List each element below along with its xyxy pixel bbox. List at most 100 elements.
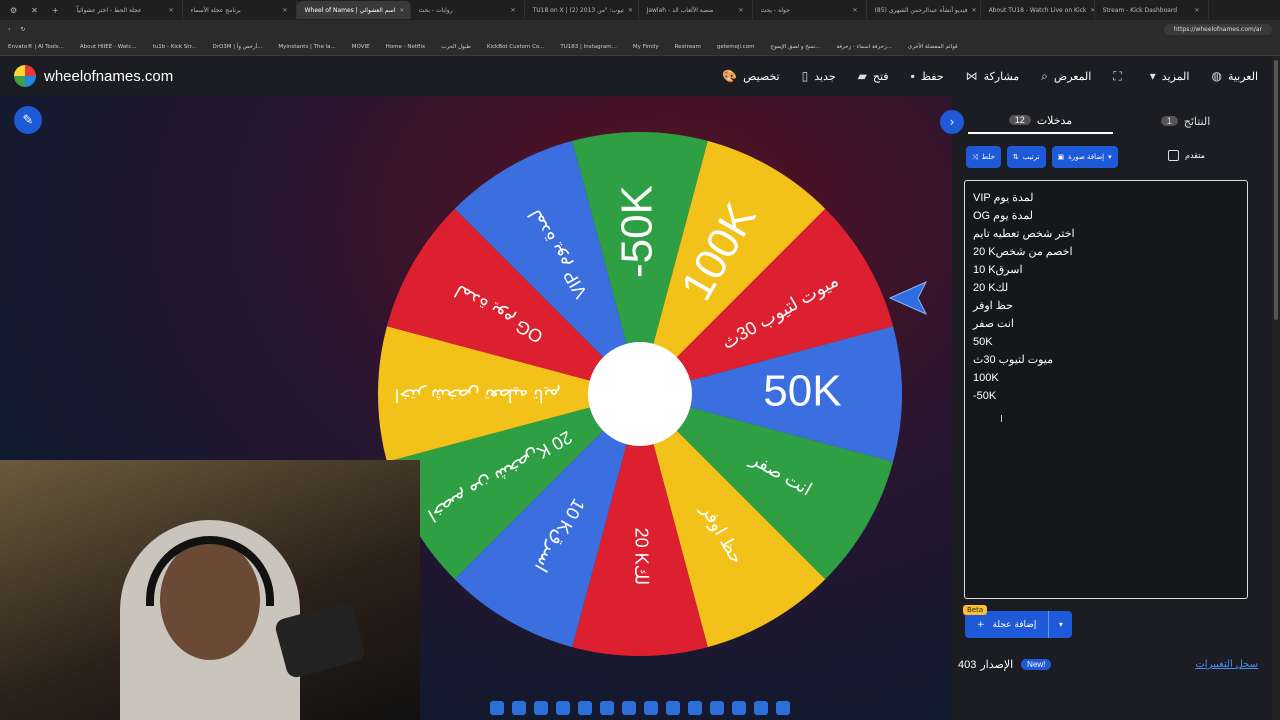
taskbar-app-icon[interactable] [556,701,570,715]
menu-item-folder[interactable]: ▰ فتح [858,69,889,83]
taskbar-app-icon[interactable] [666,701,680,715]
globe-icon: ◍ [1211,69,1222,83]
entries-textarea[interactable]: VIP لمدة يوم OG لمدة يوم اختر شخص تعطيه تا… [964,180,1248,599]
advanced-toggle[interactable]: متقدم [1168,150,1205,161]
wheel[interactable]: 50Kانت صفرحظ اوفر20 Kلك10 Kاسرق20 Kاخصم … [376,130,904,658]
close-icon[interactable]: ✕ [31,6,38,15]
menu-item-share[interactable]: ⋈ مشاركة [966,69,1020,83]
menu-item-save[interactable]: ▪ حفظ [911,69,944,83]
close-tab-icon[interactable]: ✕ [972,7,977,14]
taskbar-app-icon[interactable] [600,701,614,715]
menu-item-fullscreen[interactable]: ⛶ [1113,69,1127,84]
tab-entries[interactable]: 12 مدخلات [968,108,1113,134]
taskbar-app-icon[interactable] [622,701,636,715]
share-icon: ⋈ [965,69,978,83]
save-icon: ▪ [910,69,915,83]
bookmark-item[interactable]: قوائم المفضلة الأخرى [908,44,958,50]
add-wheel-dropdown[interactable]: ▾ [1048,611,1073,638]
bookmark-item[interactable]: getemoji.com [717,44,755,50]
advanced-checkbox[interactable] [1168,150,1179,161]
bookmark-item[interactable]: نسخ و لصق الإيموج... [771,44,821,50]
bookmark-item[interactable]: About HIIEE - Watc... [80,44,137,50]
bookmark-item[interactable]: طبول الحرب [441,44,471,50]
close-tab-icon[interactable]: ✕ [628,7,633,14]
close-tab-icon[interactable]: ✕ [739,7,744,14]
browser-tab[interactable]: TU18 on X | (2) تيوب: "من 2013 ✕ [525,1,639,19]
browser-menu-icon[interactable]: ⚙ [10,6,17,15]
browser-tab[interactable]: Stream - Kick Dashboard ✕ [1095,1,1209,19]
taskbar-app-icon[interactable] [688,701,702,715]
sort-button[interactable]: ⇅ ترتيب [1006,146,1046,168]
taskbar-app-icon[interactable] [776,701,790,715]
changelog-link[interactable]: سجل التغييرات [1195,659,1258,670]
bookmark-item[interactable]: Envato® | AI Tools... [8,44,64,50]
bookmark-item[interactable]: TU183 | Instagram... [560,44,616,50]
menu-item-globe[interactable]: ◍ العربية [1211,69,1258,83]
wheel-center-hub[interactable] [588,342,692,446]
browser-tab[interactable]: جولة - بحث ✕ [753,1,867,19]
bookmark-item[interactable]: MOVIE [352,44,370,50]
shuffle-icon: ⤨ [972,152,978,161]
browser-tab[interactable]: Wheel of Names | اسم العشوائي ✕ [296,1,411,19]
back-icon[interactable]: ‹ [8,26,10,33]
close-tab-icon[interactable]: ✕ [399,7,404,14]
taskbar-app-icon[interactable] [534,701,548,715]
taskbar-app-icon[interactable] [754,701,768,715]
browser-tab[interactable]: روايات - بحث ✕ [411,1,525,19]
taskbar-app-icon[interactable] [512,701,526,715]
entry-line: 100K [973,372,999,384]
bookmark-item[interactable]: Myinstants | The la... [278,44,335,50]
taskbar-app-icon[interactable] [578,701,592,715]
reload-icon[interactable]: ↻ [20,26,25,33]
version-number: 403 [958,658,977,671]
menu-item-file[interactable]: ▯ جديد [802,69,836,83]
add-wheel-button[interactable]: + إضافة عجلة [965,611,1049,638]
site-logo[interactable]: wheelofnames.com [14,65,173,87]
browser-tab[interactable]: (85) فيديو أنشأه عبدالرحمن الشهري ✕ [867,1,981,19]
pencil-icon: ✎ [22,112,34,128]
bookmark-item[interactable]: KickBot Custom Co... [487,44,545,50]
shuffle-button[interactable]: ⤨ خلط [966,146,1001,168]
browser-tab[interactable]: About TU18 - Watch Live on Kick✕ [981,1,1095,19]
close-tab-icon[interactable]: ✕ [283,7,288,14]
taskbar-app-icon[interactable] [644,701,658,715]
wheel-logo-icon [14,65,36,87]
menu-item-label: جديد [814,70,836,83]
file-icon: ▯ [801,69,809,83]
close-tab-icon[interactable]: ✕ [1195,7,1200,14]
browser-tab[interactable]: Jawlah - منصة الألعاب الذ ✕ [639,1,753,19]
scrollbar-thumb[interactable] [1274,60,1278,320]
close-tab-icon[interactable]: ✕ [169,7,174,14]
browser-tab-label: TU18 on X | (2) تيوب: "من 2013 [532,6,624,14]
bookmark-item[interactable]: DrO3M | أرخص وأ... [212,44,262,50]
url-field[interactable]: https://wheelofnames.com/ar [1163,23,1272,35]
folder-icon: ▰ [857,69,867,83]
taskbar-app-icon[interactable] [732,701,746,715]
close-tab-icon[interactable]: ✕ [511,7,516,14]
bookmark-item[interactable]: Home - Netflix [386,44,426,50]
close-tab-icon[interactable]: ✕ [853,7,858,14]
menu-item-chevron-down[interactable]: ▾ المزيد [1150,69,1190,83]
wheel-segment-label: 20 Kلك [631,528,651,586]
entry-line: 20 Kاخصم من شخص [973,246,1073,258]
browser-tab[interactable]: عجلة الحظ - اختر عشوائياً ✕ [69,1,183,19]
bookmark-item[interactable]: Restream [675,44,701,50]
fullscreen-icon: ⛶ [1113,68,1122,83]
main-menu: 🎨 تخصيص ▯ جديد ▰ فتح ▪ حفظ ⋈ مشاركة ⌕ المعرض ⛶ ▾ المزي… [722,69,1258,84]
menu-item-palette[interactable]: 🎨 تخصيص [722,69,779,83]
bookmark-item[interactable]: زخرفة اسماء - زخرفة... [836,44,891,50]
entry-line: 10 Kاسرق [973,264,1023,276]
browser-tab[interactable]: برنامج عجلة الأسماء ✕ [183,1,297,19]
edit-pencil-button[interactable]: ✎ [14,106,42,134]
bookmark-item[interactable]: My Fimily [633,44,659,50]
bookmark-item[interactable]: tu1b - Kick Str... [153,44,197,50]
tab-results[interactable]: 1 النتائج [1113,108,1258,134]
add-image-button[interactable]: ▣ إضافة صورة ▾ [1051,146,1118,168]
menu-item-search[interactable]: ⌕ المعرض [1041,69,1091,84]
entries-count-badge: 12 [1008,115,1031,125]
collapse-panel-button[interactable]: › [940,110,964,134]
new-tab-icon[interactable]: + [52,6,59,15]
taskbar-app-icon[interactable] [710,701,724,715]
taskbar-app-icon[interactable] [490,701,504,715]
menu-item-label: المعرض [1053,70,1092,83]
